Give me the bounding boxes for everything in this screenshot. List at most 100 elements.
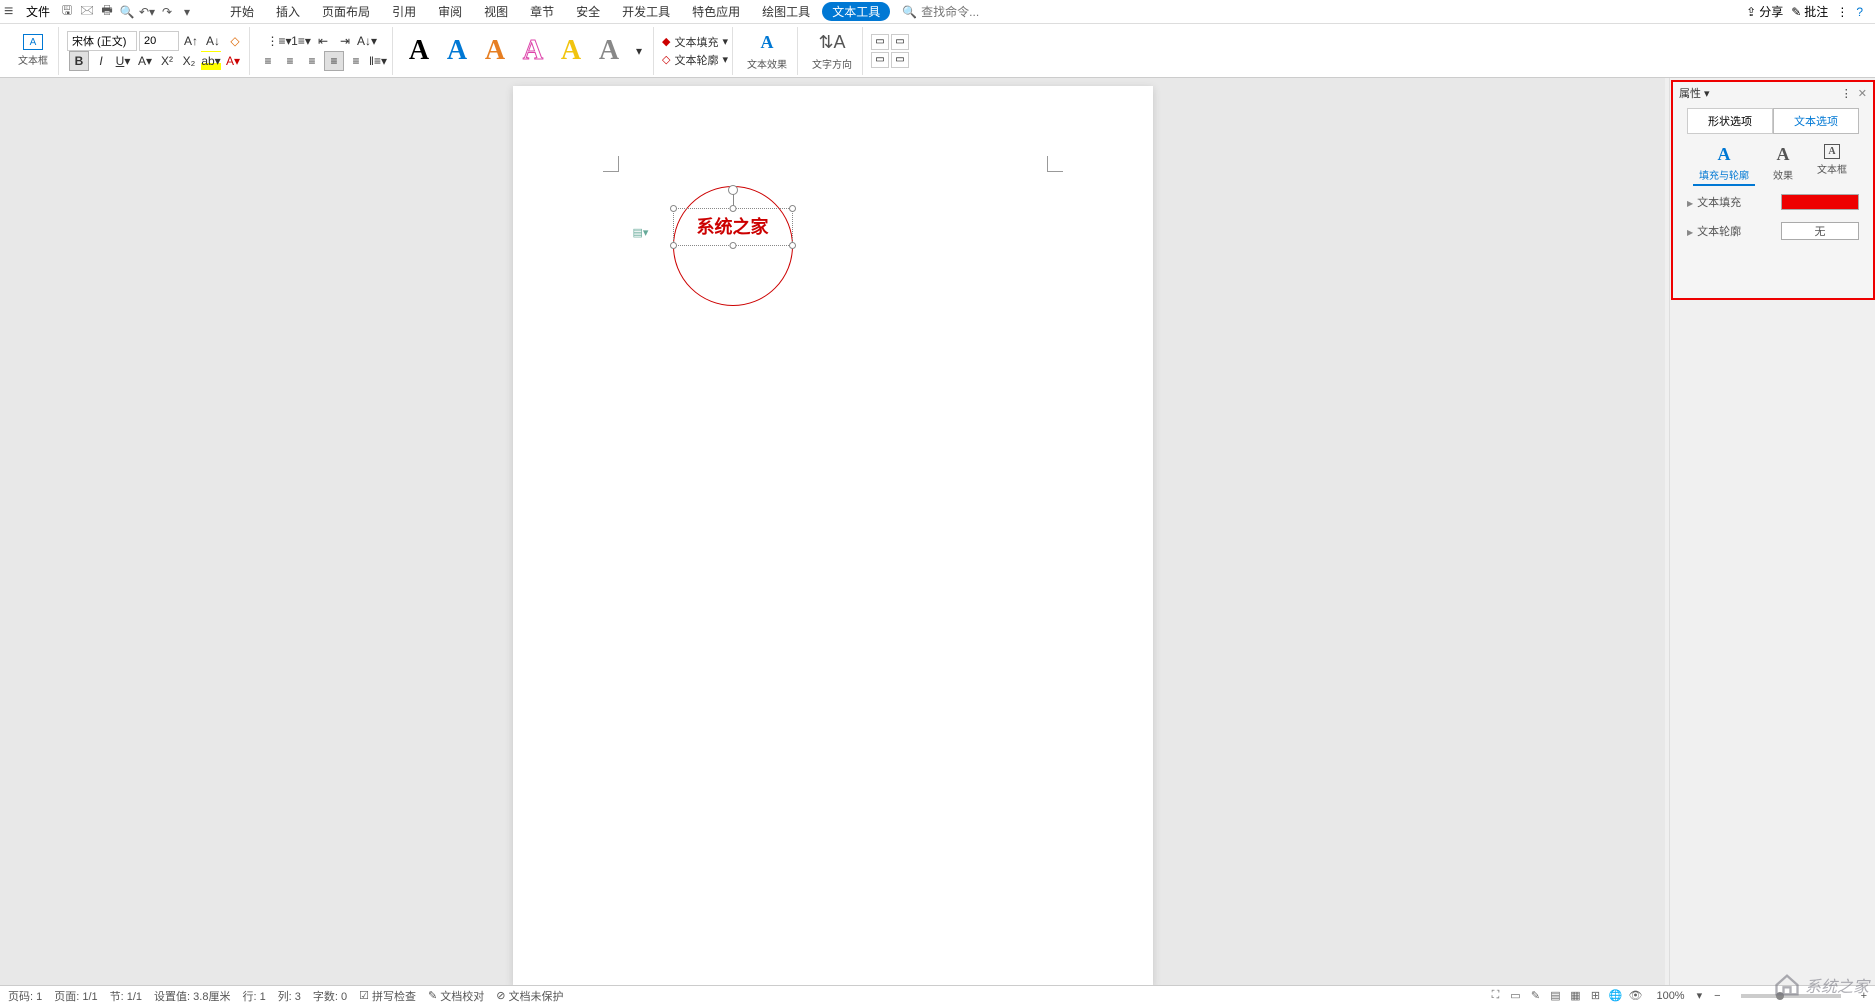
distribute-button[interactable]: ≡	[346, 51, 366, 71]
props-close-icon[interactable]: ✕	[1858, 87, 1867, 100]
pos-2[interactable]: ▭	[891, 34, 909, 50]
help-icon[interactable]: ?	[1856, 5, 1863, 19]
print-preview-icon[interactable]: 🖂	[78, 3, 96, 21]
save-icon[interactable]: 🖫	[58, 3, 76, 21]
zoom-value[interactable]: 100%	[1656, 990, 1684, 1002]
tab-insert[interactable]: 插入	[266, 1, 310, 22]
status-section[interactable]: 节: 1/1	[110, 988, 142, 1004]
preview-icon[interactable]: 🔍	[118, 3, 136, 21]
align-right-button[interactable]: ≡	[302, 51, 322, 71]
tab-review[interactable]: 审阅	[428, 1, 472, 22]
sort-button[interactable]: A↓▾	[357, 31, 377, 51]
style-2[interactable]: A	[439, 33, 475, 69]
style-6[interactable]: A	[591, 33, 627, 69]
bullets-button[interactable]: ⋮≡▾	[269, 31, 289, 51]
indent-dec-button[interactable]: ⇤	[313, 31, 333, 51]
view-page[interactable]: ▤	[1546, 988, 1564, 1004]
text-fill-button[interactable]: ◆文本填充▾	[662, 34, 728, 50]
status-line[interactable]: 行: 1	[242, 988, 265, 1004]
props-subtab-effect[interactable]: A 效果	[1767, 142, 1799, 186]
shape-text[interactable]: 系统之家	[678, 212, 788, 240]
view-globe[interactable]: 🌐	[1606, 988, 1624, 1004]
numbering-button[interactable]: 1≡▾	[291, 31, 311, 51]
line-spacing-button[interactable]: ‖≡▾	[368, 51, 388, 71]
text-outline-button[interactable]: ◇文本轮廓▾	[662, 52, 728, 68]
redo-icon[interactable]: ↷	[158, 3, 176, 21]
handle-tc[interactable]	[729, 205, 736, 212]
props-subtab-textbox[interactable]: A 文本框	[1811, 142, 1853, 186]
handle-tl[interactable]	[670, 205, 677, 212]
styles-more-button[interactable]: ▾	[629, 41, 649, 61]
view-read[interactable]: ▭	[1506, 988, 1524, 1004]
status-page-num[interactable]: 页码: 1	[8, 988, 42, 1004]
view-edit[interactable]: ✎	[1526, 988, 1544, 1004]
handle-bc[interactable]	[729, 242, 736, 249]
search-input[interactable]	[921, 5, 1021, 19]
search-box[interactable]: 🔍	[902, 5, 1021, 19]
italic-button[interactable]: I	[91, 51, 111, 71]
pos-3[interactable]: ▭	[871, 52, 889, 68]
align-justify-button[interactable]: ≡	[324, 51, 344, 71]
zoom-dropdown-icon[interactable]: ▾	[1697, 989, 1703, 1002]
pos-1[interactable]: ▭	[871, 34, 889, 50]
protect-button[interactable]: ⊘文档未保护	[496, 988, 563, 1004]
props-subtab-fill[interactable]: A 填充与轮廓	[1693, 142, 1755, 186]
tab-view[interactable]: 视图	[474, 1, 518, 22]
font-size-select[interactable]	[139, 31, 179, 51]
doccheck-button[interactable]: ✎文档校对	[428, 988, 484, 1004]
view-web[interactable]: ⊞	[1586, 988, 1604, 1004]
font-color-button[interactable]: A▾	[223, 51, 243, 71]
clear-format-button[interactable]: ◇	[225, 31, 245, 51]
annotate-button[interactable]: ✎批注	[1791, 3, 1828, 20]
tab-dev[interactable]: 开发工具	[612, 1, 680, 22]
handle-bl[interactable]	[670, 242, 677, 249]
style-1[interactable]: A	[401, 33, 437, 69]
style-5[interactable]: A	[553, 33, 589, 69]
zoom-out-button[interactable]: −	[1714, 990, 1720, 1002]
tab-layout[interactable]: 页面布局	[312, 1, 380, 22]
textbox-button[interactable]: A 文本框	[12, 32, 54, 69]
status-column[interactable]: 列: 3	[278, 988, 301, 1004]
tab-special[interactable]: 特色应用	[682, 1, 750, 22]
style-4[interactable]: A	[515, 33, 551, 69]
underline-button[interactable]: U▾	[113, 51, 133, 71]
view-fullscreen[interactable]: ⛶	[1486, 988, 1504, 1004]
grow-font-button[interactable]: A↑	[181, 31, 201, 51]
shrink-font-button[interactable]: A↓	[203, 31, 223, 51]
indent-inc-button[interactable]: ⇥	[335, 31, 355, 51]
props-more-icon[interactable]: ⋮	[1841, 87, 1852, 100]
pos-4[interactable]: ▭	[891, 52, 909, 68]
view-outline[interactable]: ▦	[1566, 988, 1584, 1004]
hamburger-icon[interactable]	[4, 3, 18, 21]
print-icon[interactable]: 🖶	[98, 3, 116, 21]
view-eye[interactable]: 👁	[1626, 988, 1644, 1004]
undo-icon[interactable]: ↶▾	[138, 3, 156, 21]
status-page-total[interactable]: 页面: 1/1	[54, 988, 97, 1004]
more-icon[interactable]: ⋮	[1836, 5, 1848, 19]
tab-chapter[interactable]: 章节	[520, 1, 564, 22]
file-menu[interactable]: 文件	[20, 1, 56, 22]
tab-start[interactable]: 开始	[220, 1, 264, 22]
outline-select[interactable]: 无	[1781, 222, 1859, 240]
text-effect-button[interactable]: A 文本效果	[741, 28, 793, 73]
align-center-button[interactable]: ≡	[280, 51, 300, 71]
font-name-select[interactable]	[67, 31, 137, 51]
tri-icon[interactable]: ▶	[1687, 199, 1693, 208]
strike-button[interactable]: A▾	[135, 51, 155, 71]
props-tab-text[interactable]: 文本选项	[1773, 108, 1859, 134]
handle-tr[interactable]	[789, 205, 796, 212]
spellcheck-button[interactable]: ☑拼写检查	[359, 988, 416, 1004]
superscript-button[interactable]: X²	[157, 51, 177, 71]
align-left-button[interactable]: ≡	[258, 51, 278, 71]
bold-button[interactable]: B	[69, 51, 89, 71]
dropdown-icon[interactable]: ▾	[178, 3, 196, 21]
highlight-button[interactable]: ab▾	[201, 51, 221, 71]
status-position[interactable]: 设置值: 3.8厘米	[154, 988, 230, 1004]
subscript-button[interactable]: X₂	[179, 51, 199, 71]
fill-color-swatch[interactable]	[1781, 194, 1859, 210]
status-chars[interactable]: 字数: 0	[313, 988, 347, 1004]
rotation-handle[interactable]	[728, 185, 738, 195]
text-direction-button[interactable]: ⇅A 文字方向	[806, 28, 858, 73]
style-3[interactable]: A	[477, 33, 513, 69]
tab-drawing[interactable]: 绘图工具	[752, 1, 820, 22]
